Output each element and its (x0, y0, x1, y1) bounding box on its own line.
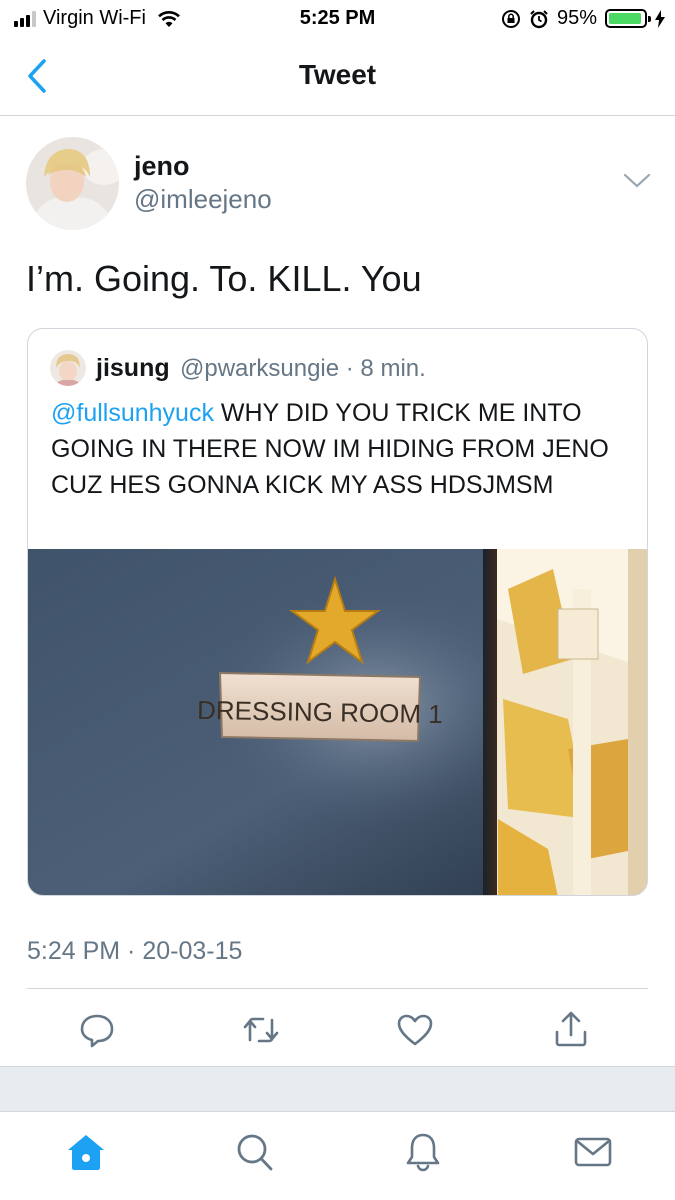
tweet-timestamp: 5:24 PM · 20-03-15 (27, 937, 243, 965)
tweet-actions (0, 1008, 675, 1052)
navigation-bar: Tweet (0, 38, 675, 116)
avatar-image (26, 137, 119, 230)
envelope-icon (574, 1137, 612, 1167)
author-handle[interactable]: @imleejeno (134, 184, 272, 215)
alarm-icon (530, 9, 548, 28)
battery-level (609, 13, 642, 24)
section-separator (0, 1066, 675, 1112)
quoted-author-name: jisung (96, 354, 170, 382)
quoted-tweet-text: @fullsunhyuck WHY DID YOU TRICK ME INTO … (51, 395, 636, 503)
like-button[interactable] (393, 1008, 437, 1052)
author-name[interactable]: jeno (134, 151, 190, 182)
heart-icon (397, 1014, 433, 1046)
bottom-tab-bar (0, 1112, 675, 1200)
mention-link[interactable]: @fullsunhyuck (51, 399, 214, 427)
charging-bolt-icon (655, 9, 665, 28)
retweet-button[interactable] (239, 1008, 283, 1052)
quoted-tweet-card[interactable]: jisung @pwarksungie · 8 min. @fullsunhyu… (27, 328, 648, 896)
bell-icon (406, 1133, 440, 1172)
share-button[interactable] (549, 1008, 593, 1052)
status-bar: Virgin Wi-Fi 5:25 PM 95% (0, 0, 675, 38)
battery-percent: 95% (556, 7, 597, 29)
tab-messages[interactable] (571, 1130, 615, 1174)
author-avatar[interactable] (26, 137, 119, 230)
quoted-tweet-image[interactable]: DRESSING ROOM 1 (28, 549, 648, 896)
tab-home[interactable] (64, 1130, 108, 1174)
avatar-image (50, 350, 86, 386)
tweet-text: I’m. Going. To. KILL. You (26, 258, 422, 299)
tab-search[interactable] (232, 1130, 276, 1174)
home-icon (68, 1135, 104, 1170)
divider (27, 988, 648, 989)
reply-button[interactable] (75, 1008, 119, 1052)
dressing-room-sign-text: DRESSING ROOM 1 (197, 695, 443, 729)
battery-icon (605, 9, 651, 28)
chevron-down-icon[interactable] (622, 170, 652, 192)
tab-notifications[interactable] (401, 1130, 445, 1174)
share-icon (555, 1011, 587, 1047)
search-icon (237, 1134, 273, 1171)
tweet-detail-screen: Virgin Wi-Fi 5:25 PM 95% Tweet jeno @iml… (0, 0, 675, 1200)
quoted-author-avatar (50, 350, 86, 386)
status-right: 95% (501, 7, 665, 30)
quoted-author-meta: @pwarksungie · 8 min. (180, 355, 426, 382)
rotation-lock-icon (501, 9, 520, 28)
page-title: Tweet (298, 59, 377, 90)
reply-icon (80, 1014, 114, 1048)
retweet-icon (243, 1017, 279, 1043)
